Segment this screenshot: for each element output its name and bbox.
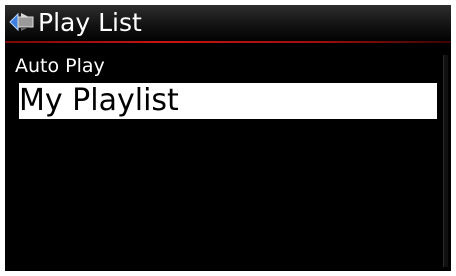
play-list-back-icon[interactable] [9,11,35,33]
menu-item-label: Auto Play [15,55,105,77]
menu-item-my-playlist[interactable]: My Playlist [19,83,437,119]
menu-item-auto-play[interactable]: Auto Play [5,52,437,80]
title-bar: Play List [5,5,451,44]
device-screen: Play List Auto Play My Playlist [5,5,451,271]
title-divider [5,41,451,43]
menu-item-label: My Playlist [19,83,179,118]
page-title: Play List [38,8,142,37]
scrollbar[interactable] [443,55,448,267]
